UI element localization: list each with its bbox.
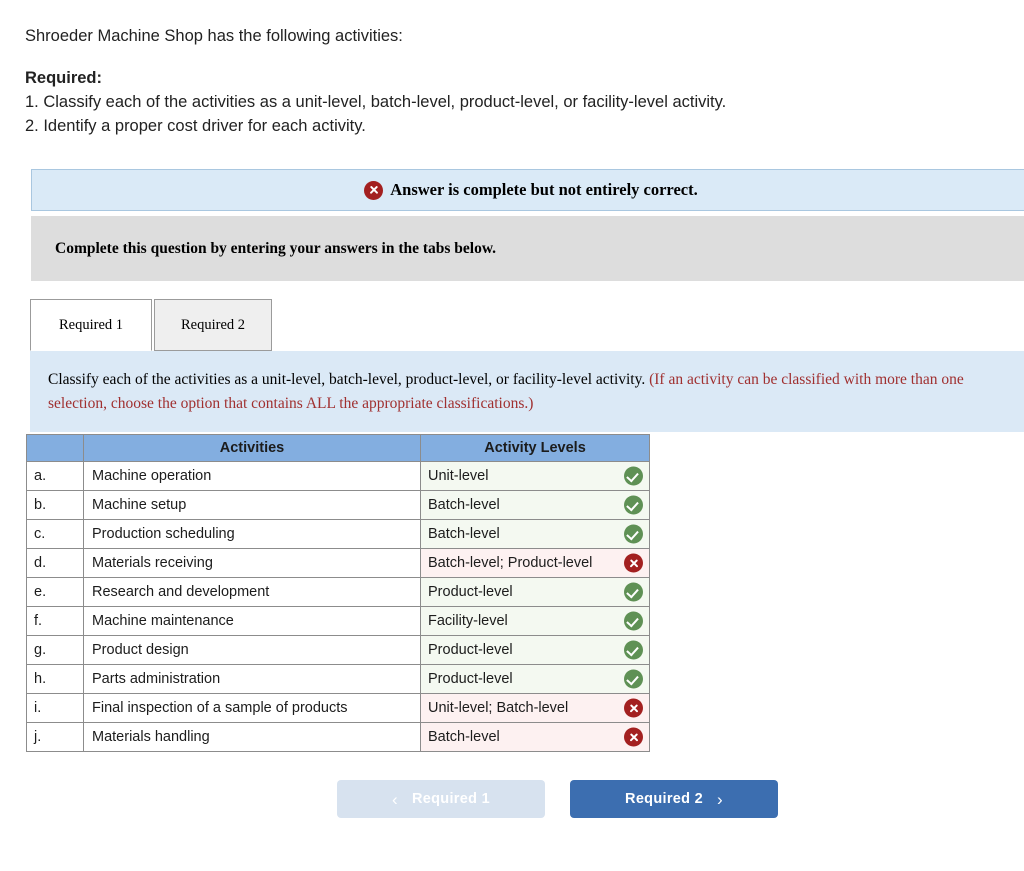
requirement-2: 2. Identify a proper cost driver for eac… — [25, 116, 366, 135]
table-body: a. Machine operation Unit-level b. Machine s… — [26, 461, 650, 752]
table-row: g. Product design Product-level — [26, 635, 650, 665]
activity-level-text: Product-level — [428, 583, 513, 600]
activity-level-text: Unit-level; Batch-level — [428, 699, 569, 716]
row-index: a. — [26, 461, 84, 491]
column-header-index — [26, 434, 84, 462]
x-circle-icon — [364, 180, 384, 200]
activity-name: Product design — [83, 635, 421, 665]
table-row: h. Parts administration Product-level — [26, 664, 650, 694]
table-row: e. Research and development Product-level — [26, 577, 650, 607]
activity-levels-table: Activities Activity Levels a. Machine ope… — [26, 434, 650, 752]
instruction-banner: Classify each of the activities as a uni… — [30, 351, 1024, 433]
prompt-lead: Shroeder Machine Shop has the following … — [25, 27, 403, 45]
row-index: j. — [26, 722, 84, 752]
incorrect-x-icon — [624, 727, 643, 747]
activity-name: Machine setup — [83, 490, 421, 520]
activity-name: Production scheduling — [83, 519, 421, 549]
status-banner: Answer is complete but not entirely corr… — [31, 169, 1024, 211]
activity-level-text: Batch-level — [428, 728, 500, 745]
previous-button-label: Required 1 — [412, 791, 490, 807]
activity-name: Research and development — [83, 577, 421, 607]
table-row: a. Machine operation Unit-level — [26, 461, 650, 491]
question-prompt: Shroeder Machine Shop has the following … — [25, 25, 1005, 139]
correct-check-icon — [624, 495, 643, 515]
incorrect-x-icon — [624, 553, 643, 573]
table-row: d. Materials receiving Batch-level; Produc… — [26, 548, 650, 578]
row-index: i. — [26, 693, 84, 723]
tab-required-2[interactable]: Required 2 — [154, 299, 272, 351]
row-index: b. — [26, 490, 84, 520]
correct-check-icon — [624, 582, 643, 602]
status-banner-text: Answer is complete but not entirely corr… — [390, 180, 698, 199]
activity-level-text: Product-level — [428, 670, 513, 687]
table-row: b. Machine setup Batch-level — [26, 490, 650, 520]
column-header-activity-levels: Activity Levels — [420, 434, 650, 462]
activity-name: Machine maintenance — [83, 606, 421, 636]
correct-check-icon — [624, 640, 643, 660]
required-label: Required: — [25, 68, 103, 87]
complete-question-text: Complete this question by entering your … — [55, 239, 497, 257]
correct-check-icon — [624, 611, 643, 631]
incorrect-x-icon — [624, 698, 643, 718]
table-row: j. Materials handling Batch-level — [26, 722, 650, 752]
row-index: d. — [26, 548, 84, 578]
tab-required-1[interactable]: Required 1 — [30, 299, 152, 351]
table-header-row: Activities Activity Levels — [26, 434, 650, 462]
row-index: c. — [26, 519, 84, 549]
activity-level-answer[interactable]: Product-level — [420, 664, 650, 694]
tab-navigation: ‹ Required 1 Required 2 › — [337, 780, 778, 818]
activity-level-text: Batch-level — [428, 525, 500, 542]
activity-level-text: Facility-level — [428, 612, 508, 629]
row-index: f. — [26, 606, 84, 636]
table-row: f. Machine maintenance Facility-level — [26, 606, 650, 636]
activity-level-answer[interactable]: Facility-level — [420, 606, 650, 636]
activity-level-text: Product-level — [428, 641, 513, 658]
activity-name: Machine operation — [83, 461, 421, 491]
next-button-label: Required 2 — [625, 791, 703, 807]
activity-level-answer[interactable]: Batch-level; Product-level — [420, 548, 650, 578]
activity-level-answer[interactable]: Product-level — [420, 577, 650, 607]
chevron-left-icon: ‹ — [392, 789, 399, 809]
table-row: i. Final inspection of a sample of produc… — [26, 693, 650, 723]
correct-check-icon — [624, 524, 643, 544]
next-required-2-button[interactable]: Required 2 › — [570, 780, 778, 818]
activity-level-answer[interactable]: Unit-level — [420, 461, 650, 491]
column-header-activities: Activities — [83, 434, 421, 462]
complete-question-bar: Complete this question by entering your … — [31, 216, 1024, 281]
activity-level-answer[interactable]: Product-level — [420, 635, 650, 665]
correct-check-icon — [624, 466, 643, 486]
row-index: g. — [26, 635, 84, 665]
table-row: c. Production scheduling Batch-level — [26, 519, 650, 549]
activity-level-answer[interactable]: Batch-level — [420, 722, 650, 752]
row-index: h. — [26, 664, 84, 694]
activity-level-text: Batch-level — [428, 496, 500, 513]
tab-bar: Required 1 Required 2 — [30, 299, 274, 351]
activity-name: Parts administration — [83, 664, 421, 694]
activity-level-text: Batch-level; Product-level — [428, 554, 593, 571]
activity-level-answer[interactable]: Unit-level; Batch-level — [420, 693, 650, 723]
activity-level-text: Unit-level — [428, 467, 489, 484]
correct-check-icon — [624, 669, 643, 689]
activity-level-answer[interactable]: Batch-level — [420, 519, 650, 549]
activity-name: Final inspection of a sample of products — [83, 693, 421, 723]
requirement-1: 1. Classify each of the activities as a … — [25, 92, 727, 111]
chevron-right-icon: › — [716, 789, 723, 809]
activity-name: Materials handling — [83, 722, 421, 752]
instruction-main: Classify each of the activities as a uni… — [48, 371, 650, 388]
row-index: e. — [26, 577, 84, 607]
activity-level-answer[interactable]: Batch-level — [420, 490, 650, 520]
previous-required-1-button[interactable]: ‹ Required 1 — [337, 780, 545, 818]
activity-name: Materials receiving — [83, 548, 421, 578]
